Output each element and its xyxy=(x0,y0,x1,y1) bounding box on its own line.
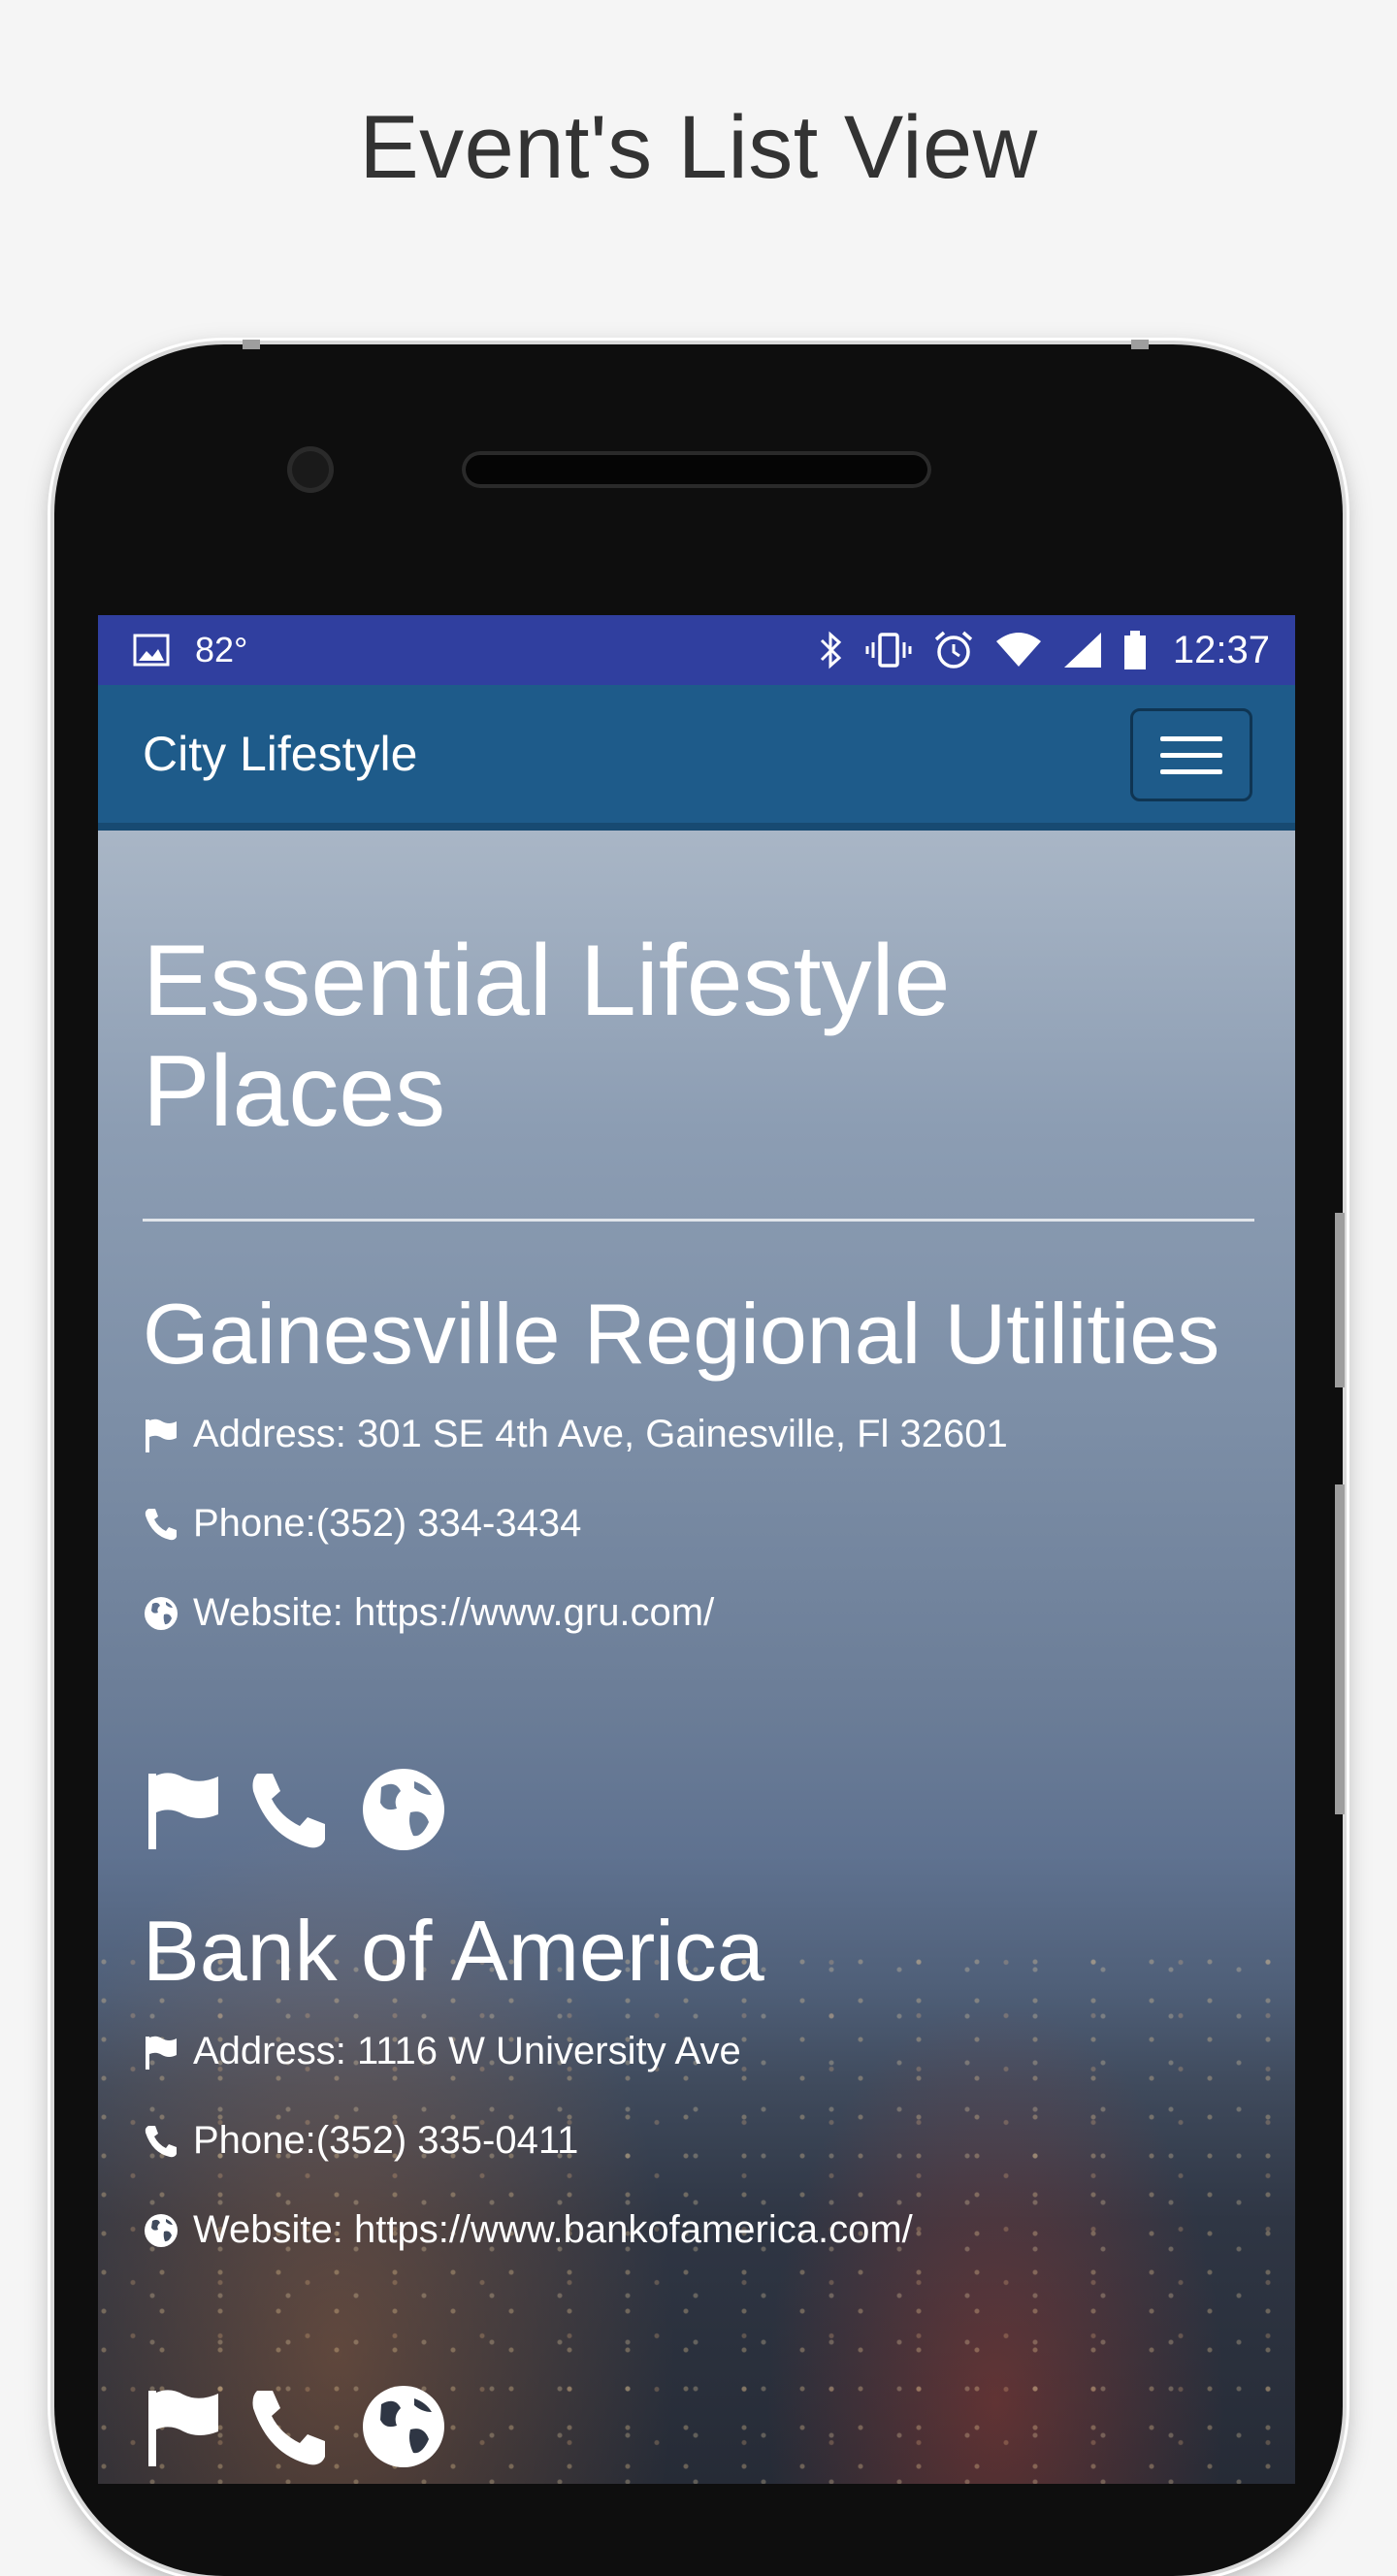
vibrate-icon xyxy=(865,633,912,668)
place-name: Bank of America xyxy=(143,1903,764,1999)
app-screen: 82° 12:37 City Lifestyle Essential Lifes… xyxy=(98,615,1295,2484)
temperature-label: 82° xyxy=(195,630,248,669)
bluetooth-icon xyxy=(820,631,842,669)
place-website: Website: https://www.gru.com/ xyxy=(143,1591,714,1635)
globe-icon[interactable] xyxy=(360,1766,447,1853)
address-text: Address: 1116 W University Ave xyxy=(193,2030,741,2072)
wifi-icon xyxy=(995,633,1041,667)
phone-side-button xyxy=(1131,340,1149,349)
globe-icon[interactable] xyxy=(360,2383,447,2470)
flag-icon[interactable] xyxy=(143,2385,226,2468)
phone-icon[interactable] xyxy=(247,1768,339,1851)
phone-icon[interactable] xyxy=(247,2385,339,2468)
phone-side-button xyxy=(1335,1484,1345,1814)
hamburger-bar xyxy=(1160,752,1222,758)
page-title: Essential Lifestyle Places xyxy=(143,926,1210,1147)
phone-side-button xyxy=(243,340,260,349)
place-address: Address: 1116 W University Ave xyxy=(143,2030,741,2073)
page-title-line-1: Essential Lifestyle xyxy=(143,925,951,1037)
place-actions xyxy=(143,1766,447,1853)
status-bar: 82° 12:37 xyxy=(98,615,1295,685)
place-actions xyxy=(143,2383,447,2470)
hamburger-bar xyxy=(1160,735,1222,741)
place-phone: Phone:(352) 334-3434 xyxy=(143,1502,581,1546)
flag-icon[interactable] xyxy=(143,1768,226,1851)
front-camera xyxy=(287,446,334,493)
hero-section: Essential Lifestyle Places Gainesville R… xyxy=(98,831,1295,2484)
place-name: Gainesville Regional Utilities xyxy=(143,1286,1220,1382)
signal-icon xyxy=(1063,633,1101,668)
globe-icon xyxy=(145,2213,178,2247)
brand-title[interactable]: City Lifestyle xyxy=(143,726,417,782)
alarm-icon xyxy=(934,631,973,668)
page-title-line-2: Places xyxy=(143,1035,446,1148)
page-caption: Event's List View xyxy=(359,98,1038,197)
hamburger-menu-button[interactable] xyxy=(1130,708,1252,801)
place-address: Address: 301 SE 4th Ave, Gainesville, Fl… xyxy=(143,1413,1008,1456)
phone-icon xyxy=(145,2125,177,2157)
image-notification-icon xyxy=(133,634,170,667)
phone-side-button xyxy=(1335,1213,1345,1387)
phone-text: Phone:(352) 334-3434 xyxy=(193,1502,582,1545)
address-text: Address: 301 SE 4th Ave, Gainesville, Fl… xyxy=(193,1413,1008,1455)
phone-text: Phone:(352) 335-0411 xyxy=(193,2119,579,2162)
flag-icon xyxy=(146,2036,177,2070)
flag-icon xyxy=(146,1418,177,1452)
globe-icon xyxy=(145,1596,178,1630)
battery-icon xyxy=(1123,631,1146,669)
phone-icon xyxy=(145,1508,177,1540)
clock: 12:37 xyxy=(1172,628,1270,671)
place-phone: Phone:(352) 335-0411 xyxy=(143,2119,578,2163)
hamburger-bar xyxy=(1160,768,1222,774)
website-link[interactable]: Website: https://www.gru.com/ xyxy=(193,1591,714,1635)
navbar: City Lifestyle xyxy=(98,685,1295,831)
divider xyxy=(143,1219,1254,1222)
website-link[interactable]: Website: https://www.bankofamerica.com/ xyxy=(193,2208,913,2252)
place-website: Website: https://www.bankofamerica.com/ xyxy=(143,2208,913,2252)
earpiece-speaker xyxy=(462,451,931,488)
